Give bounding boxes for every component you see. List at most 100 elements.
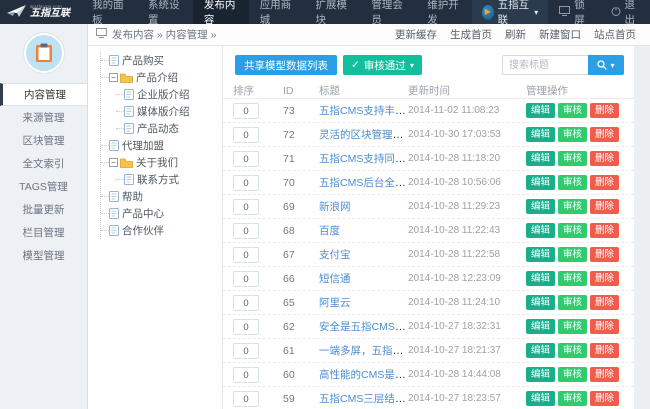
tree-node[interactable]: − 媒体版介绍 — [116, 103, 220, 120]
page-action-link[interactable]: 新建窗口 — [539, 27, 581, 42]
article-title-link[interactable]: 五指CMS后台全新设计，使用更流畅 — [319, 177, 408, 189]
edit-button[interactable]: 编辑 — [526, 151, 555, 166]
brand-logo[interactable]: wuzhicms.com 五指互联 — [0, 0, 81, 24]
tree-node[interactable]: − 代理加盟 — [101, 137, 220, 154]
delete-button[interactable]: 删除 — [590, 127, 619, 142]
lock-screen-button[interactable]: 锁屏 — [548, 0, 599, 24]
audit-button[interactable]: 审核 — [558, 127, 587, 142]
tree-node[interactable]: − 产品动态 — [116, 120, 220, 137]
article-title-link[interactable]: 百度 — [319, 225, 340, 237]
edit-button[interactable]: 编辑 — [526, 223, 555, 238]
delete-button[interactable]: 删除 — [590, 199, 619, 214]
article-title-link[interactable]: 五指CMS支持同一栏目下可用多个模型 — [319, 153, 408, 165]
sort-order-input[interactable]: 0 — [233, 223, 259, 239]
sort-order-input[interactable]: 0 — [233, 343, 259, 359]
article-title-link[interactable]: 灵活的区块管理，信息展示信手拈来 — [319, 129, 408, 141]
audit-button[interactable]: 审核 — [558, 367, 587, 382]
sort-order-input[interactable]: 0 — [233, 151, 259, 167]
tree-node[interactable]: − 联系方式 — [116, 171, 220, 188]
delete-button[interactable]: 删除 — [590, 391, 619, 406]
delete-button[interactable]: 删除 — [590, 247, 619, 262]
topnav-item[interactable]: 发布内容 — [193, 0, 249, 24]
sort-order-input[interactable]: 0 — [233, 319, 259, 335]
tree-node[interactable]: − 企业版介绍 — [116, 86, 220, 103]
sort-order-input[interactable]: 0 — [233, 175, 259, 191]
sort-order-input[interactable]: 0 — [233, 199, 259, 215]
sidebar-item[interactable]: 栏目管理 — [0, 221, 87, 244]
audit-button[interactable]: 审核 — [558, 103, 587, 118]
sort-order-input[interactable]: 0 — [233, 295, 259, 311]
page-action-link[interactable]: 生成首页 — [450, 27, 492, 42]
tree-node[interactable]: − 产品中心 — [101, 205, 220, 222]
audit-button[interactable]: 审核 — [558, 223, 587, 238]
delete-button[interactable]: 删除 — [590, 103, 619, 118]
tree-node[interactable]: − 合作伙伴 — [101, 222, 220, 239]
topnav-item[interactable]: 维护开发 — [416, 0, 472, 24]
article-title-link[interactable]: 安全是五指CMS的根本需求 — [319, 321, 408, 333]
sidebar-item[interactable]: 来源管理 — [0, 106, 87, 129]
audit-button[interactable]: 审核 — [558, 343, 587, 358]
audit-button[interactable]: 审核 — [558, 271, 587, 286]
delete-button[interactable]: 删除 — [590, 151, 619, 166]
sidebar-item[interactable]: 区块管理 — [0, 129, 87, 152]
page-action-link[interactable]: 站点首页 — [594, 27, 636, 42]
edit-button[interactable]: 编辑 — [526, 103, 555, 118]
topnav-item[interactable]: 系统设置 — [137, 0, 193, 24]
sort-order-input[interactable]: 0 — [233, 367, 259, 383]
topnav-item[interactable]: 我的面板 — [81, 0, 137, 24]
edit-button[interactable]: 编辑 — [526, 391, 555, 406]
search-button[interactable]: ▾ — [588, 55, 624, 75]
sidebar-item[interactable]: TAGS管理 — [0, 175, 87, 198]
delete-button[interactable]: 删除 — [590, 295, 619, 310]
sidebar-item[interactable]: 全文索引 — [0, 152, 87, 175]
edit-button[interactable]: 编辑 — [526, 271, 555, 286]
sort-order-input[interactable]: 0 — [233, 247, 259, 263]
tree-node[interactable]: − 产品介绍 — [101, 69, 220, 86]
sidebar-item[interactable]: 模型管理 — [0, 244, 87, 267]
article-title-link[interactable]: 阿里云 — [319, 297, 351, 309]
article-title-link[interactable]: 短信通 — [319, 273, 351, 285]
logout-button[interactable]: 退出 — [600, 0, 650, 24]
audit-button[interactable]: 审核 — [558, 199, 587, 214]
sort-order-input[interactable]: 0 — [233, 103, 259, 119]
sidebar-item[interactable]: 内容管理 — [0, 83, 87, 106]
search-input[interactable] — [502, 55, 588, 75]
edit-button[interactable]: 编辑 — [526, 295, 555, 310]
edit-button[interactable]: 编辑 — [526, 367, 555, 382]
tree-node[interactable]: − 关于我们 — [101, 154, 220, 171]
tree-node[interactable]: − 帮助 — [101, 188, 220, 205]
share-model-list-button[interactable]: 共享模型数据列表 — [235, 55, 337, 75]
page-action-link[interactable]: 刷新 — [505, 27, 526, 42]
edit-button[interactable]: 编辑 — [526, 343, 555, 358]
audit-button[interactable]: 审核 — [558, 295, 587, 310]
audit-button[interactable]: 审核 — [558, 391, 587, 406]
edit-button[interactable]: 编辑 — [526, 175, 555, 190]
topnav-item[interactable]: 管理会员 — [360, 0, 416, 24]
delete-button[interactable]: 删除 — [590, 175, 619, 190]
sort-order-input[interactable]: 0 — [233, 391, 259, 407]
article-title-link[interactable]: 新浪网 — [319, 201, 351, 213]
topnav-item[interactable]: 应用商城 — [249, 0, 305, 24]
audit-button[interactable]: 审核 — [558, 319, 587, 334]
delete-button[interactable]: 删除 — [590, 343, 619, 358]
article-title-link[interactable]: 一端多屏，五指CMS支持多终端浏览 — [319, 345, 408, 357]
edit-button[interactable]: 编辑 — [526, 319, 555, 334]
sort-order-input[interactable]: 0 — [233, 127, 259, 143]
audit-button[interactable]: 审核 — [558, 247, 587, 262]
article-title-link[interactable]: 五指CMS支持丰富的支付接口，支付宝接口优先体验 — [319, 105, 408, 117]
edit-button[interactable]: 编辑 — [526, 127, 555, 142]
edit-button[interactable]: 编辑 — [526, 247, 555, 262]
sidebar-item[interactable]: 批量更新 — [0, 198, 87, 221]
delete-button[interactable]: 删除 — [590, 223, 619, 238]
sort-order-input[interactable]: 0 — [233, 271, 259, 287]
delete-button[interactable]: 删除 — [590, 271, 619, 286]
delete-button[interactable]: 删除 — [590, 319, 619, 334]
audit-button[interactable]: 审核 — [558, 151, 587, 166]
page-action-link[interactable]: 更新缓存 — [395, 27, 437, 42]
delete-button[interactable]: 删除 — [590, 367, 619, 382]
approve-button[interactable]: ✓ 审核通过 ▾ — [343, 55, 422, 75]
topnav-item[interactable]: 扩展模块 — [305, 0, 361, 24]
audit-button[interactable]: 审核 — [558, 175, 587, 190]
tree-node[interactable]: − 产品购买 — [101, 52, 220, 69]
user-menu[interactable]: ▶ 五指互联 ▾ — [472, 0, 548, 24]
